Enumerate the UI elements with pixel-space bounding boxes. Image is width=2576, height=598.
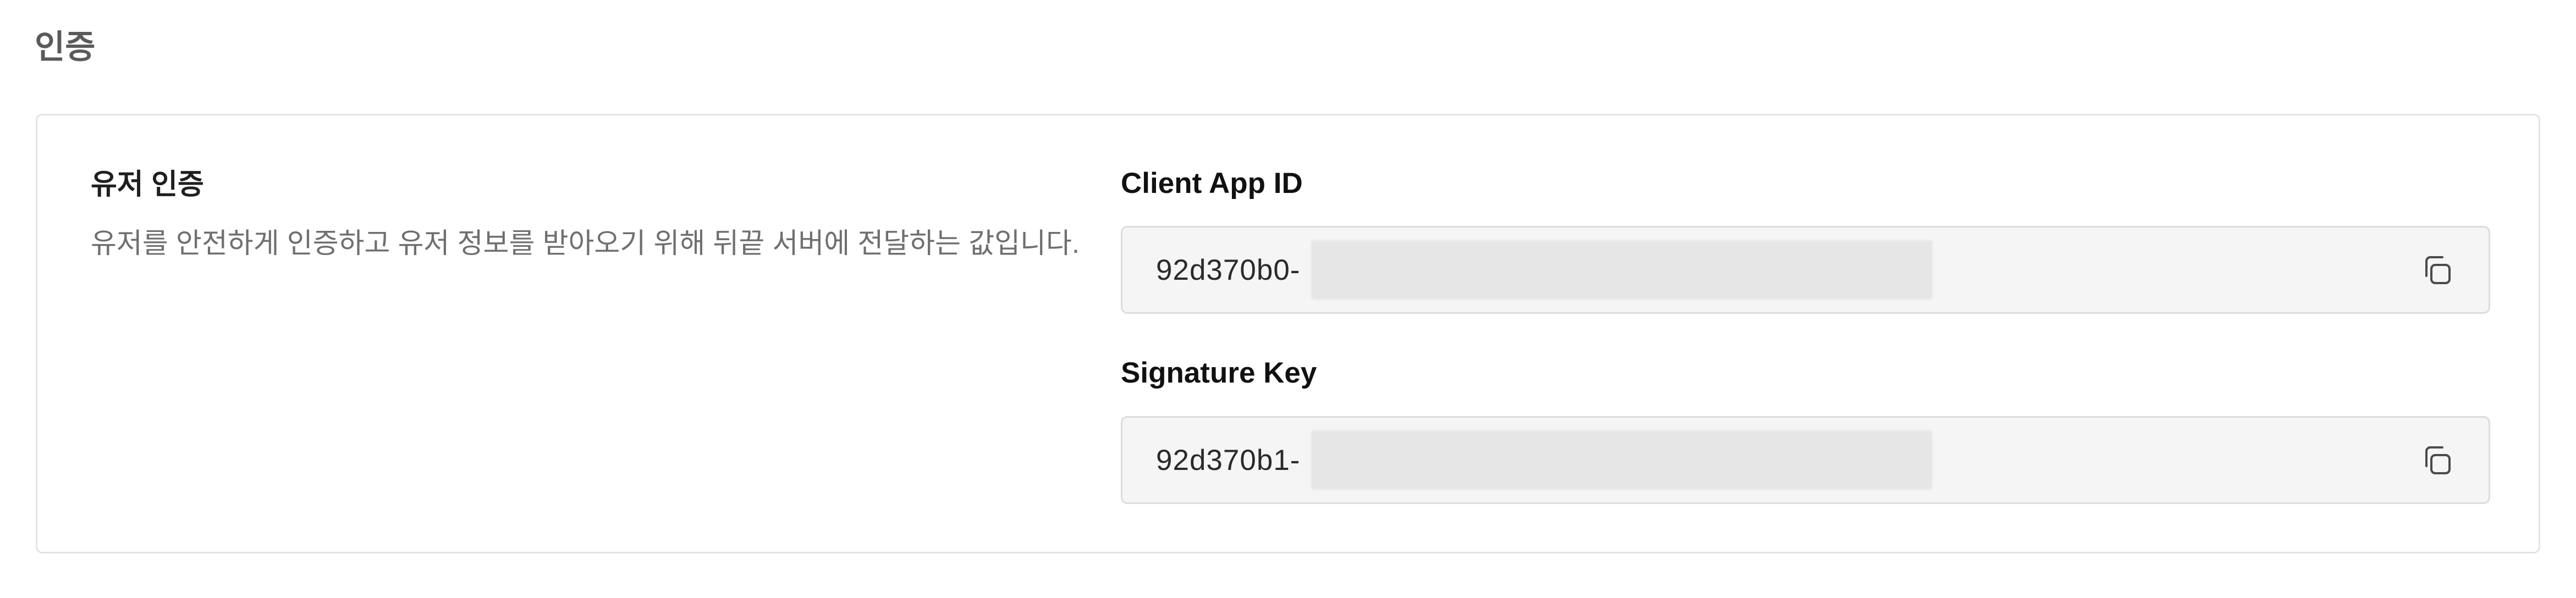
- user-auth-info: 유저 인증 유저를 안전하게 인증하고 유저 정보를 받아오기 위해 뒤끝 서버…: [91, 168, 1097, 263]
- copy-icon[interactable]: [2419, 443, 2454, 478]
- auth-card: 유저 인증 유저를 안전하게 인증하고 유저 정보를 받아오기 위해 뒤끝 서버…: [36, 114, 2540, 553]
- signature-key-value: 92d370b1-: [1156, 444, 1301, 477]
- section-title: 인증: [35, 29, 96, 65]
- copy-icon[interactable]: [2419, 253, 2454, 288]
- signature-key-label: Signature Key: [1121, 357, 1317, 389]
- signature-key-redacted: [1311, 430, 1933, 490]
- client-app-id-value: 92d370b0-: [1156, 254, 1301, 286]
- user-auth-title: 유저 인증: [91, 169, 204, 201]
- client-app-id-label: Client App ID: [1121, 167, 1303, 200]
- client-app-id-field[interactable]: 92d370b0-: [1121, 226, 2490, 314]
- user-auth-description: 유저를 안전하게 인증하고 유저 정보를 받아오기 위해 뒤끝 서버에 전달하는…: [91, 228, 1080, 259]
- signature-key-field[interactable]: 92d370b1-: [1121, 416, 2490, 504]
- client-app-id-redacted: [1311, 240, 1933, 300]
